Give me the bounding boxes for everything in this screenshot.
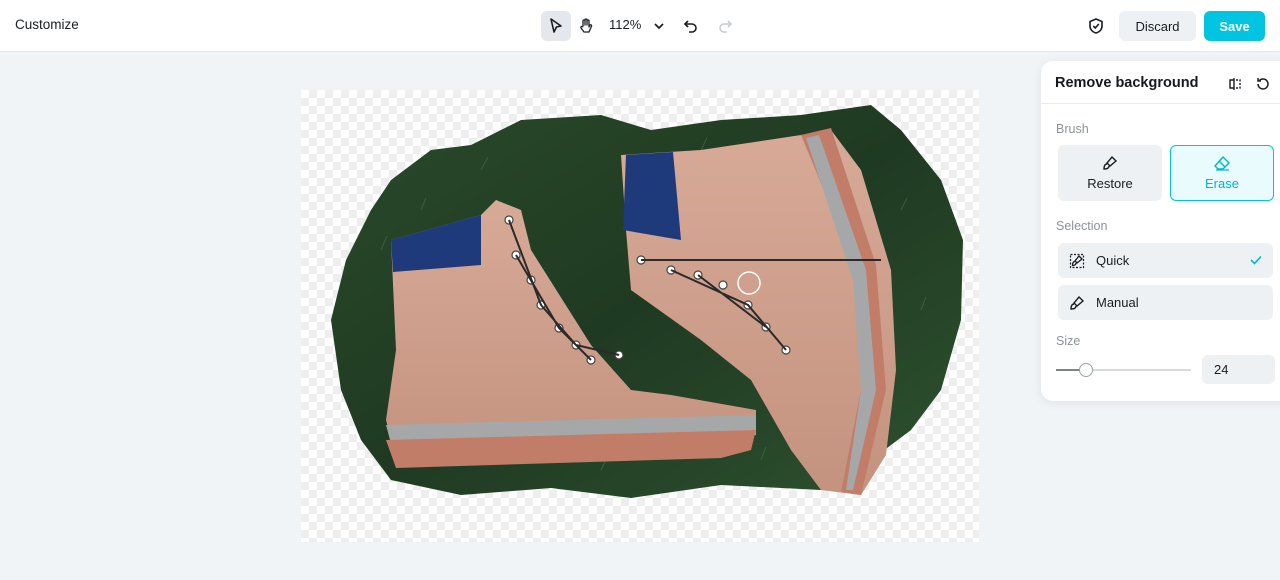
size-input[interactable]: 24 xyxy=(1202,355,1275,384)
quick-selection-option[interactable]: Quick xyxy=(1058,243,1273,278)
panel-title: Remove background xyxy=(1055,75,1199,91)
top-toolbar: Customize 112% Discard Save xyxy=(0,0,1280,52)
save-button[interactable]: Save xyxy=(1204,11,1265,41)
pan-tool-button[interactable] xyxy=(571,11,601,41)
hand-icon xyxy=(580,18,593,33)
page-title: Customize xyxy=(15,17,79,32)
eraser-icon xyxy=(1214,156,1230,171)
brush-section-label: Brush xyxy=(1056,122,1089,136)
redo-button[interactable] xyxy=(710,11,740,41)
pointer-icon xyxy=(550,18,562,33)
selection-section-label: Selection xyxy=(1056,219,1108,233)
undo-button[interactable] xyxy=(676,11,706,41)
compare-icon xyxy=(1229,78,1241,90)
select-tool-button[interactable] xyxy=(541,11,571,41)
shield-check-icon xyxy=(1089,18,1103,34)
shield-button[interactable] xyxy=(1081,11,1111,41)
reset-icon xyxy=(1257,78,1269,90)
reset-button[interactable] xyxy=(1248,69,1278,99)
manual-selection-option[interactable]: Manual xyxy=(1058,285,1273,320)
product-image xyxy=(331,105,963,498)
brush-icon xyxy=(1103,155,1118,170)
check-icon xyxy=(1250,255,1262,265)
erase-brush-button[interactable]: Erase xyxy=(1170,145,1274,201)
panel-divider xyxy=(1041,103,1280,104)
erase-label: Erase xyxy=(1205,176,1239,191)
quick-brush-icon xyxy=(1069,253,1085,268)
chevron-down-icon xyxy=(654,23,664,30)
remove-background-panel: Remove background Brush Restore Erase Se… xyxy=(1041,61,1280,401)
undo-icon xyxy=(683,20,697,33)
editor-canvas[interactable] xyxy=(301,90,979,542)
manual-brush-icon xyxy=(1070,295,1085,310)
restore-label: Restore xyxy=(1087,176,1133,191)
redo-icon xyxy=(719,20,733,33)
quick-label: Quick xyxy=(1096,253,1130,268)
restore-brush-button[interactable]: Restore xyxy=(1058,145,1162,201)
size-slider-thumb[interactable] xyxy=(1079,363,1093,377)
size-section-label: Size xyxy=(1056,334,1081,348)
compare-button[interactable] xyxy=(1220,69,1250,99)
manual-label: Manual xyxy=(1096,295,1139,310)
zoom-dropdown-button[interactable] xyxy=(644,11,674,41)
zoom-level[interactable]: 112% xyxy=(609,17,641,32)
discard-button[interactable]: Discard xyxy=(1119,11,1196,41)
